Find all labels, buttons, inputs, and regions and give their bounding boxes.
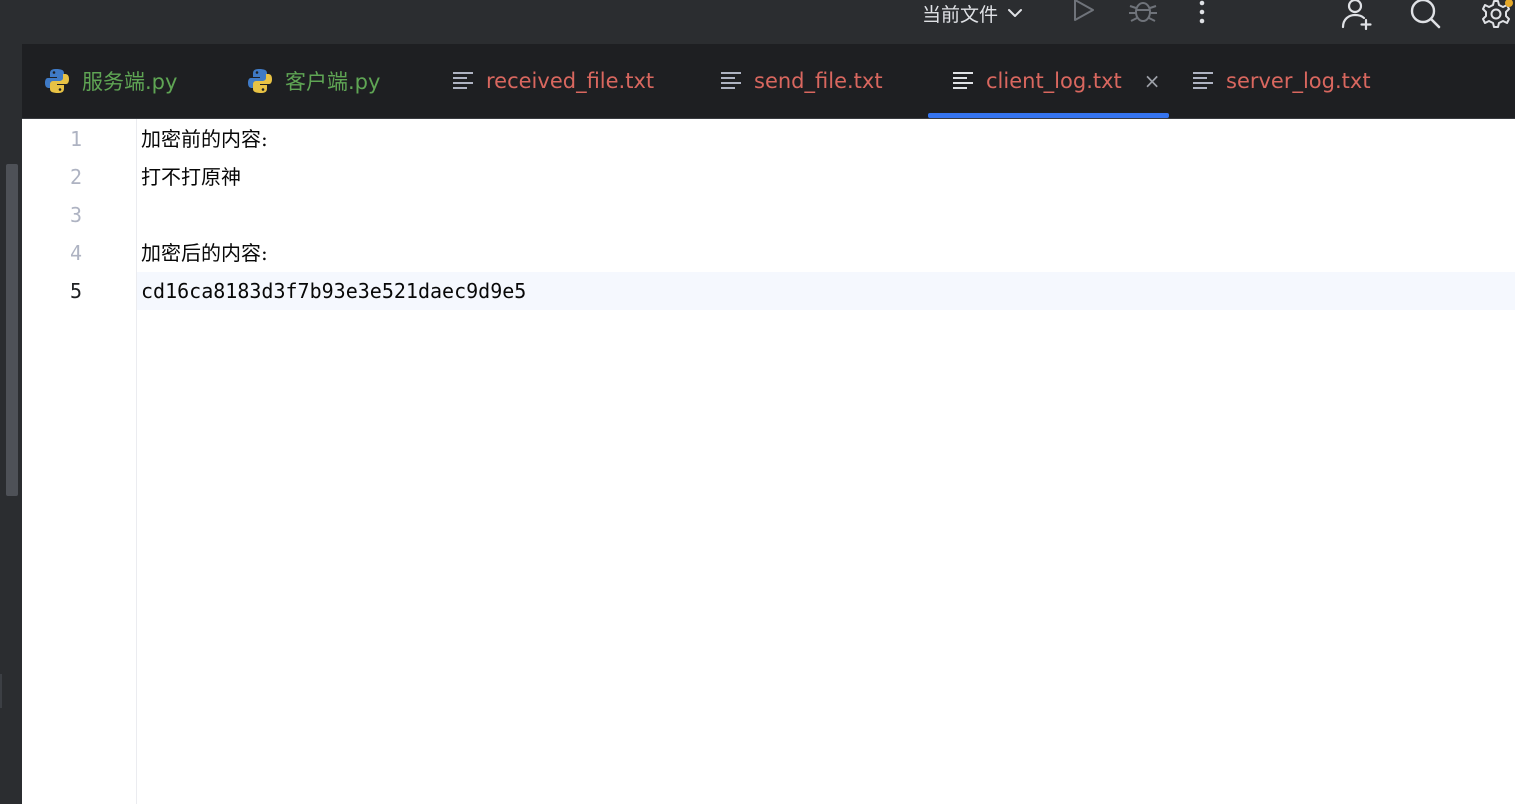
- tab-server-py[interactable]: 服务端.py: [44, 44, 177, 118]
- tab-server-log-txt[interactable]: server_log.txt: [1192, 44, 1371, 118]
- run-icon[interactable]: [1071, 0, 1097, 24]
- line-number: 3: [69, 203, 82, 227]
- line-number-gutter[interactable]: 1 2 3 4 5: [22, 119, 137, 804]
- code-line[interactable]: 加密后的内容:: [141, 234, 268, 272]
- active-tab-indicator: [928, 113, 1169, 118]
- tab-client-py[interactable]: 客户端.py: [247, 44, 380, 118]
- tab-label: send_file.txt: [754, 69, 883, 93]
- python-file-icon: [248, 69, 272, 93]
- tab-label: client_log.txt: [986, 69, 1122, 93]
- close-tab-icon[interactable]: ×: [1144, 69, 1161, 93]
- add-user-icon[interactable]: [1340, 0, 1376, 30]
- chevron-down-icon: [1008, 9, 1023, 17]
- code-editor[interactable]: 1 2 3 4 5 加密前的内容: 打不打原神 加密后的内容: cd16ca81…: [22, 119, 1515, 804]
- tab-received-file-txt[interactable]: received_file.txt: [452, 44, 654, 118]
- left-strip-marker: [0, 674, 2, 708]
- tab-label: 客户端.py: [285, 70, 381, 94]
- left-scrollbar-thumb[interactable]: [6, 164, 18, 496]
- tab-send-file-txt[interactable]: send_file.txt: [720, 44, 883, 118]
- code-line[interactable]: 打不打原神: [141, 158, 241, 196]
- code-line[interactable]: cd16ca8183d3f7b93e3e521daec9d9e5: [141, 272, 526, 310]
- run-config-selector[interactable]: 当前文件: [922, 0, 1024, 26]
- tab-label: server_log.txt: [1226, 69, 1371, 93]
- editor-tab-bar: 服务端.py 客户端.py received_file.txt send_fil…: [22, 44, 1515, 119]
- python-file-icon: [45, 69, 69, 93]
- settings-icon[interactable]: [1478, 0, 1515, 30]
- tab-label: received_file.txt: [486, 69, 655, 93]
- line-number: 1: [69, 127, 82, 151]
- run-config-label: 当前文件: [922, 3, 999, 26]
- line-number: 5: [69, 279, 82, 303]
- main-toolbar: 当前文件: [0, 0, 1515, 44]
- tab-label: 服务端.py: [82, 70, 178, 94]
- left-tool-strip: [0, 44, 22, 804]
- line-number: 4: [69, 241, 82, 265]
- more-vertical-icon[interactable]: [1196, 0, 1208, 26]
- code-line[interactable]: 加密前的内容:: [141, 120, 268, 158]
- text-file-icon: [453, 72, 473, 89]
- line-number: 2: [69, 165, 82, 189]
- search-icon[interactable]: [1408, 0, 1444, 30]
- text-file-icon: [953, 72, 973, 89]
- text-file-icon: [721, 72, 741, 89]
- text-file-icon: [1193, 72, 1213, 89]
- ide-window: 当前文件 服务端.py 客户端.py received_file.txt sen…: [0, 0, 1515, 804]
- tab-client-log-txt[interactable]: client_log.txt ×: [928, 44, 1169, 118]
- debug-icon[interactable]: [1128, 0, 1158, 26]
